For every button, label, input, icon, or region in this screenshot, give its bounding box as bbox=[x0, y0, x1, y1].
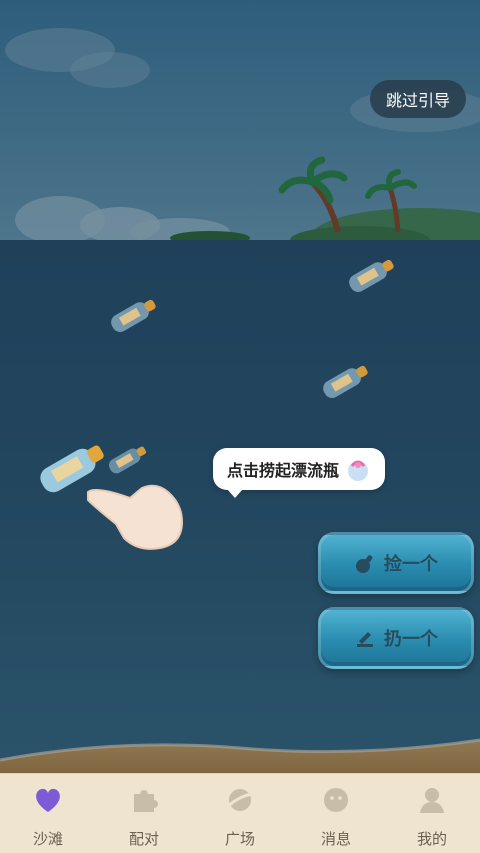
tab-match[interactable]: 配对 bbox=[96, 774, 192, 853]
user-icon bbox=[420, 788, 444, 813]
throw-bottle-button[interactable]: 扔一个 bbox=[318, 607, 474, 669]
tab-label: 配对 bbox=[128, 830, 159, 848]
throw-bottle-label: 扔一个 bbox=[384, 629, 438, 650]
bottle-icon bbox=[356, 555, 373, 573]
tab-square[interactable]: 广场 bbox=[192, 774, 288, 853]
drift-bottle[interactable] bbox=[98, 292, 170, 340]
tooltip-text: 点击捞起漂流瓶 bbox=[227, 461, 340, 480]
pick-bottle-label: 捡一个 bbox=[384, 554, 438, 575]
chat-face-icon bbox=[324, 788, 348, 812]
tab-label: 我的 bbox=[416, 830, 447, 848]
skip-guide-button[interactable]: 跳过引导 bbox=[370, 80, 466, 118]
tab-label: 消息 bbox=[320, 830, 351, 848]
tab-messages[interactable]: 消息 bbox=[288, 774, 384, 853]
drift-bottle[interactable] bbox=[336, 252, 408, 300]
planet-icon bbox=[227, 789, 253, 811]
tab-beach[interactable]: 沙滩 bbox=[0, 774, 96, 853]
drift-bottle[interactable] bbox=[98, 440, 158, 480]
puzzle-icon bbox=[134, 790, 158, 812]
tooltip-tail bbox=[227, 489, 243, 498]
drift-bottle[interactable] bbox=[310, 358, 382, 406]
gift-ball-icon bbox=[348, 460, 369, 481]
bottom-tab-bar: 沙滩 配对 广场 消息 我的 bbox=[0, 773, 480, 853]
pick-bottle-button[interactable]: 捡一个 bbox=[318, 532, 474, 594]
tab-label: 沙滩 bbox=[32, 830, 63, 848]
heart-icon bbox=[36, 788, 60, 812]
guide-tooltip: 点击捞起漂流瓶 bbox=[213, 448, 386, 498]
pointing-hand-icon bbox=[87, 484, 184, 550]
pen-icon bbox=[357, 632, 373, 647]
tab-label: 广场 bbox=[224, 830, 255, 848]
tab-profile[interactable]: 我的 bbox=[384, 774, 480, 853]
app-screen: 跳过引导 点击捞起漂流瓶 捡一个 扔一个 沙滩 配对 广场 消息 我的 bbox=[0, 0, 480, 853]
